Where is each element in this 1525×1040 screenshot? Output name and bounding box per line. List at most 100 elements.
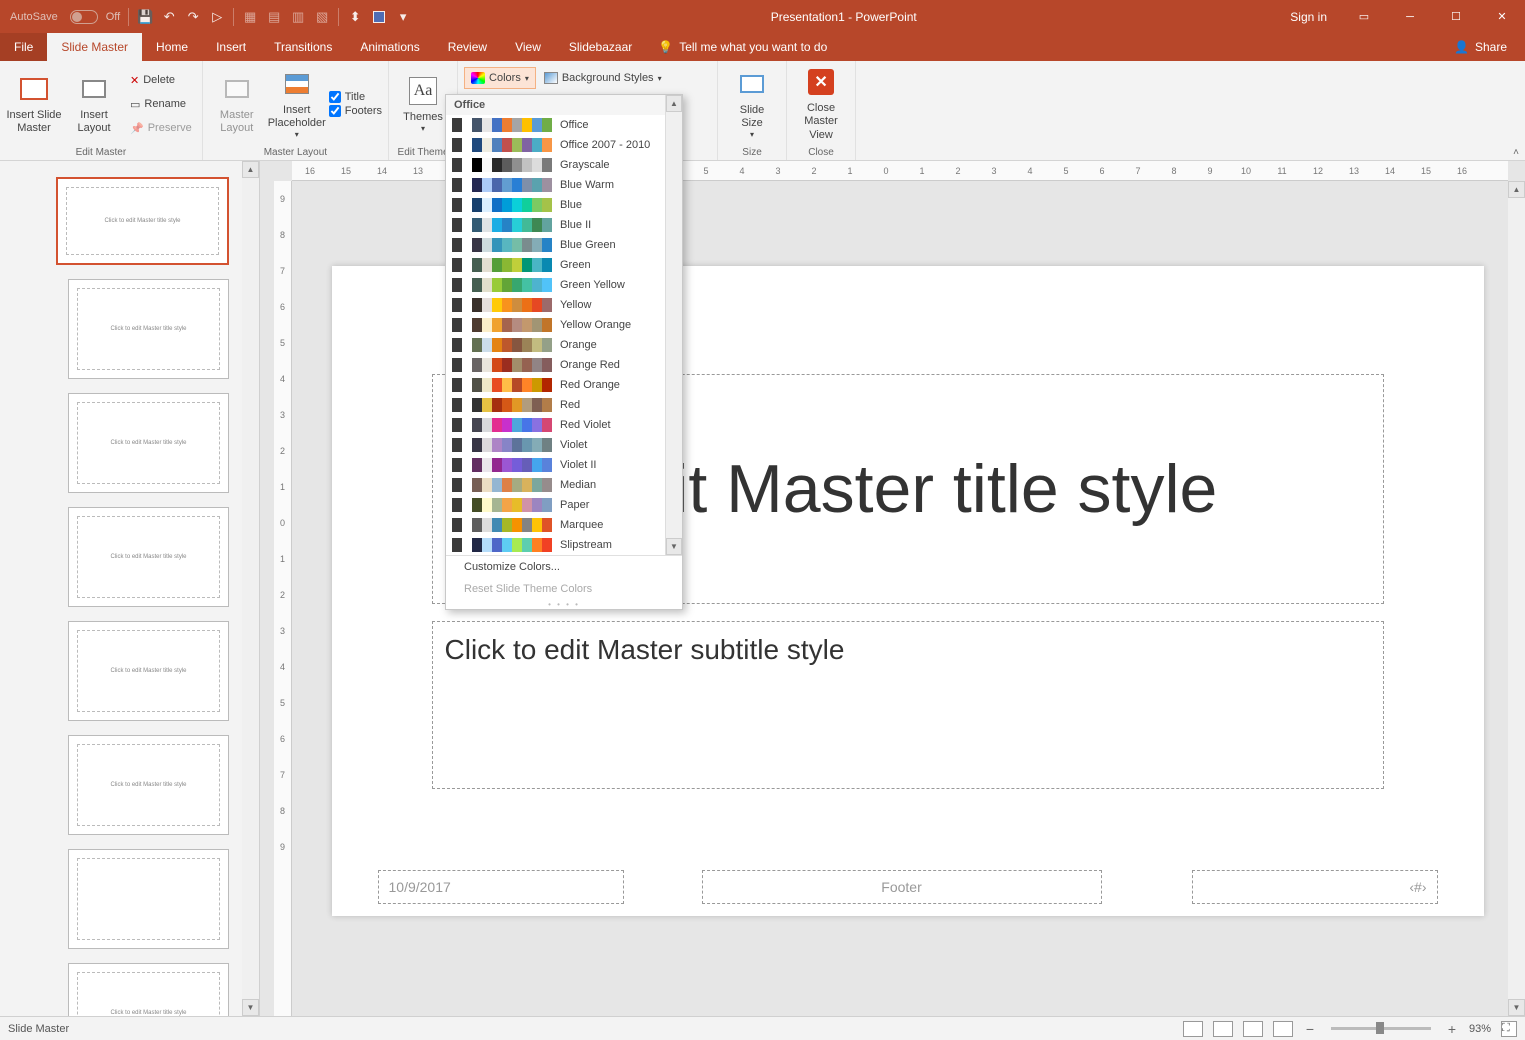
tab-slide-master[interactable]: Slide Master	[47, 33, 142, 61]
color-scheme-paper[interactable]: Paper	[446, 495, 682, 515]
scroll-up-icon[interactable]: ▲	[242, 161, 259, 178]
color-scheme-label: Yellow Orange	[560, 319, 631, 331]
scroll-down-icon[interactable]: ▼	[242, 999, 259, 1016]
tab-slidebazaar[interactable]: Slidebazaar	[555, 33, 646, 61]
resize-grip-icon[interactable]: • • • •	[446, 600, 682, 609]
background-styles-dropdown[interactable]: Background Styles▾	[540, 67, 666, 89]
colors-scrollbar[interactable]: ▲ ▼	[665, 95, 682, 555]
rename-button[interactable]: ▭Rename	[126, 93, 196, 115]
color-scheme-blue[interactable]: Blue	[446, 195, 682, 215]
maximize-button[interactable]: ☐	[1433, 0, 1479, 33]
tab-view[interactable]: View	[501, 33, 555, 61]
tell-me-search[interactable]: 💡 Tell me what you want to do	[646, 33, 827, 61]
color-scheme-orange-red[interactable]: Orange Red	[446, 355, 682, 375]
save-icon[interactable]: 💾	[137, 9, 153, 25]
zoom-out-button[interactable]: −	[1303, 1021, 1317, 1037]
layout-thumbnail-4[interactable]: Click to edit Master title style	[68, 621, 229, 721]
qat-icon-2[interactable]: ▤	[266, 9, 282, 25]
slideshow-view-button[interactable]	[1273, 1021, 1293, 1037]
slide-size-button[interactable]: Slide Size ▾	[724, 65, 780, 143]
layout-thumbnail-6[interactable]	[68, 849, 229, 949]
slide-number-placeholder[interactable]: ‹#›	[1192, 870, 1438, 904]
color-scheme-median[interactable]: Median	[446, 475, 682, 495]
tab-home[interactable]: Home	[142, 33, 202, 61]
zoom-in-button[interactable]: +	[1445, 1021, 1459, 1037]
tab-animations[interactable]: Animations	[346, 33, 433, 61]
zoom-percent[interactable]: 93%	[1469, 1023, 1491, 1035]
color-scheme-marquee[interactable]: Marquee	[446, 515, 682, 535]
insert-slide-master-button[interactable]: Insert Slide Master	[6, 65, 62, 143]
layout-thumbnail-1[interactable]: Click to edit Master title style	[68, 279, 229, 379]
color-scheme-yellow[interactable]: Yellow	[446, 295, 682, 315]
tab-file[interactable]: File	[0, 33, 47, 61]
footers-checkbox[interactable]: Footers	[329, 105, 382, 117]
start-from-beginning-icon[interactable]: ▷	[209, 9, 225, 25]
redo-icon[interactable]: ↷	[185, 9, 201, 25]
layout-thumbnail-5[interactable]: Click to edit Master title style	[68, 735, 229, 835]
qat-color-icon[interactable]	[371, 9, 387, 25]
qat-icon-1[interactable]: ▦	[242, 9, 258, 25]
color-scheme-red-violet[interactable]: Red Violet	[446, 415, 682, 435]
color-scheme-grayscale[interactable]: Grayscale	[446, 155, 682, 175]
zoom-slider[interactable]	[1331, 1027, 1431, 1030]
layout-thumbnail-2[interactable]: Click to edit Master title style	[68, 393, 229, 493]
ribbon-display-icon[interactable]: ▭	[1341, 0, 1387, 33]
layout-thumbnail-7[interactable]: Click to edit Master title style	[68, 963, 229, 1016]
footer-placeholder[interactable]: Footer	[702, 870, 1102, 904]
color-scheme-violet-ii[interactable]: Violet II	[446, 455, 682, 475]
color-scheme-blue-ii[interactable]: Blue II	[446, 215, 682, 235]
color-scheme-yellow-orange[interactable]: Yellow Orange	[446, 315, 682, 335]
color-scheme-blue-green[interactable]: Blue Green	[446, 235, 682, 255]
minimize-button[interactable]: ─	[1387, 0, 1433, 33]
master-subtitle-placeholder[interactable]: Click to edit Master subtitle style	[432, 621, 1384, 789]
collapse-ribbon-button[interactable]: ˄	[1513, 147, 1519, 158]
insert-layout-button[interactable]: Insert Layout	[66, 65, 122, 143]
share-label: Share	[1475, 40, 1507, 54]
scroll-down-icon[interactable]: ▼	[666, 538, 682, 555]
tab-review[interactable]: Review	[434, 33, 501, 61]
master-layout-button[interactable]: Master Layout	[209, 65, 265, 143]
qat-icon-5[interactable]: ⬍	[347, 9, 363, 25]
fit-to-window-button[interactable]: ⛶	[1501, 1021, 1517, 1037]
color-scheme-label: Blue	[560, 199, 582, 211]
color-scheme-slipstream[interactable]: Slipstream	[446, 535, 682, 555]
reading-view-button[interactable]	[1243, 1021, 1263, 1037]
layout-thumbnail-3[interactable]: Click to edit Master title style	[68, 507, 229, 607]
close-window-button[interactable]: ✕	[1479, 0, 1525, 33]
undo-icon[interactable]: ↶	[161, 9, 177, 25]
share-button[interactable]: 👤 Share	[1436, 33, 1525, 61]
close-master-view-button[interactable]: ✕ Close Master View	[793, 65, 849, 143]
qat-icon-3[interactable]: ▥	[290, 9, 306, 25]
color-scheme-red-orange[interactable]: Red Orange	[446, 375, 682, 395]
color-scheme-green-yellow[interactable]: Green Yellow	[446, 275, 682, 295]
color-scheme-red[interactable]: Red	[446, 395, 682, 415]
title-checkbox[interactable]: Title	[329, 91, 382, 103]
color-scheme-orange[interactable]: Orange	[446, 335, 682, 355]
color-scheme-violet[interactable]: Violet	[446, 435, 682, 455]
color-scheme-blue-warm[interactable]: Blue Warm	[446, 175, 682, 195]
qat-icon-4[interactable]: ▧	[314, 9, 330, 25]
normal-view-button[interactable]	[1183, 1021, 1203, 1037]
customize-colors-menuitem[interactable]: Customize Colors...	[446, 556, 682, 578]
date-placeholder[interactable]: 10/9/2017	[378, 870, 624, 904]
scroll-up-icon[interactable]: ▲	[1508, 181, 1525, 198]
color-scheme-office[interactable]: Office	[446, 115, 682, 135]
signin-button[interactable]: Sign in	[1276, 10, 1341, 24]
editor-scrollbar[interactable]: ▲ ▼	[1508, 181, 1525, 1016]
tab-insert[interactable]: Insert	[202, 33, 260, 61]
tab-transitions[interactable]: Transitions	[260, 33, 346, 61]
autosave-toggle[interactable]	[70, 10, 98, 24]
master-slide-thumbnail[interactable]: Click to edit Master title style	[56, 177, 229, 265]
scroll-down-icon[interactable]: ▼	[1508, 999, 1525, 1016]
insert-placeholder-button[interactable]: Insert Placeholder ▾	[269, 65, 325, 143]
preserve-button[interactable]: 📌Preserve	[126, 117, 196, 139]
themes-button[interactable]: Aa Themes ▾	[395, 65, 451, 143]
qat-more-icon[interactable]: ▾	[395, 9, 411, 25]
color-scheme-office-2007-2010[interactable]: Office 2007 - 2010	[446, 135, 682, 155]
thumbnail-pane-scrollbar[interactable]: ▲ ▼	[242, 161, 259, 1016]
colors-dropdown[interactable]: Colors▾	[464, 67, 536, 89]
slide-sorter-view-button[interactable]	[1213, 1021, 1233, 1037]
color-scheme-green[interactable]: Green	[446, 255, 682, 275]
scroll-up-icon[interactable]: ▲	[666, 95, 682, 112]
delete-button[interactable]: ✕Delete	[126, 69, 196, 91]
